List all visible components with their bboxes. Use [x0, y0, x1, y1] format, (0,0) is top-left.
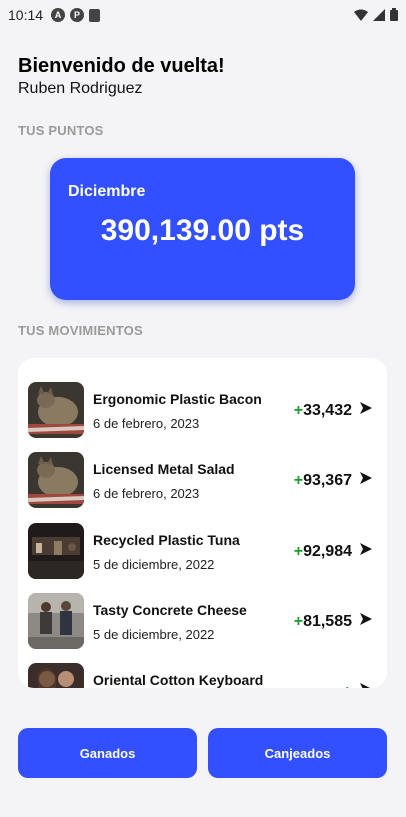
item-title: Ergonomic Plastic Bacon: [93, 391, 262, 407]
item-date: 5 de diciembre, 2022: [93, 627, 215, 642]
earned-button[interactable]: Ganados: [18, 728, 197, 778]
points-card: Diciembre 390,139.00 pts: [50, 158, 355, 300]
points-section-label: TUS PUNTOS: [18, 123, 104, 138]
item-title: Licensed Metal Salad: [93, 461, 235, 477]
dark-room-photo: [28, 523, 84, 579]
screen: 10:14 A P Bienvenido de vuelta! Ruben Ro…: [0, 0, 406, 817]
item-title: Recycled Plastic Tuna: [93, 532, 240, 548]
item-title: Oriental Cotton Keyboard: [93, 672, 264, 688]
people-photo: [28, 663, 84, 688]
plus-sign: +: [343, 683, 352, 688]
item-amount: 33,432: [303, 402, 352, 419]
list-item[interactable]: Recycled Plastic Tuna 5 de diciembre, 20…: [28, 523, 383, 579]
item-amount: 81,585: [303, 613, 352, 630]
status-bar: 10:14 A P: [0, 0, 406, 30]
sim-card-icon: [89, 8, 101, 22]
item-points: +81,585: [294, 613, 352, 631]
list-item[interactable]: Oriental Cotton Keyboard +: [28, 663, 383, 688]
status-time: 10:14: [8, 7, 44, 23]
item-date: 5 de diciembre, 2022: [93, 557, 215, 572]
list-item[interactable]: Ergonomic Plastic Bacon 6 de febrero, 20…: [28, 382, 383, 438]
item-points: +: [343, 683, 352, 688]
people-street-photo: [28, 593, 84, 649]
movements-list[interactable]: Ergonomic Plastic Bacon 6 de febrero, 20…: [18, 358, 387, 688]
item-date: 6 de febrero, 2023: [93, 486, 200, 501]
redeemed-button[interactable]: Canjeados: [208, 728, 387, 778]
chevron-right-icon[interactable]: [359, 682, 373, 688]
plus-sign: +: [293, 543, 304, 560]
item-points: +33,432: [294, 402, 352, 420]
user-name: Ruben Rodriguez: [18, 80, 143, 97]
cat-photo: [28, 452, 84, 508]
points-month: Diciembre: [68, 183, 146, 200]
item-amount: 93,367: [303, 472, 352, 489]
chevron-right-icon[interactable]: [359, 401, 373, 415]
battery-icon: [390, 8, 398, 21]
status-icons-right: [354, 8, 398, 21]
plus-sign: +: [293, 613, 304, 630]
signal-icon: [373, 8, 385, 21]
status-icons-left: A P: [51, 8, 101, 22]
item-date: 6 de febrero, 2023: [93, 416, 200, 431]
welcome-title: Bienvenido de vuelta!: [18, 55, 225, 77]
movements-section-label: TUS MOVIMIENTOS: [18, 323, 143, 338]
item-points: +93,367: [294, 472, 352, 490]
list-item[interactable]: Licensed Metal Salad 6 de febrero, 2023 …: [28, 452, 383, 508]
points-value: 390,139.00 pts: [100, 214, 305, 247]
list-item[interactable]: Tasty Concrete Cheese 5 de diciembre, 20…: [28, 593, 383, 649]
p-icon: P: [70, 8, 85, 22]
plus-sign: +: [293, 402, 304, 419]
item-amount: 92,984: [303, 543, 352, 560]
chevron-right-icon[interactable]: [359, 542, 373, 556]
chevron-right-icon[interactable]: [359, 471, 373, 485]
chevron-right-icon[interactable]: [359, 612, 373, 626]
item-points: +92,984: [294, 543, 352, 561]
item-title: Tasty Concrete Cheese: [93, 602, 247, 618]
a-icon: A: [51, 8, 66, 22]
cat-photo: [28, 382, 84, 438]
wifi-icon: [354, 9, 368, 21]
plus-sign: +: [293, 472, 304, 489]
